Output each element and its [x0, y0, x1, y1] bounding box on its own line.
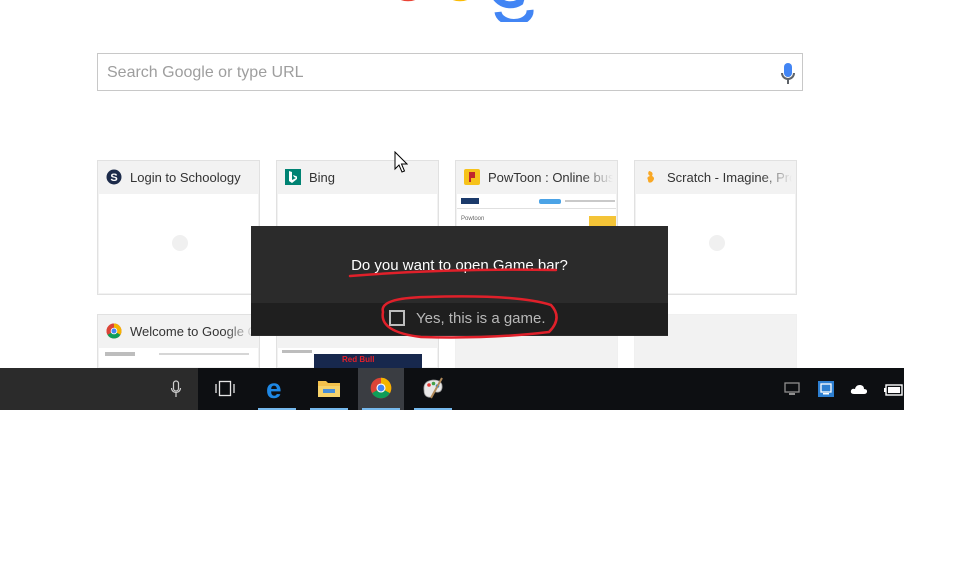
running-indicator	[362, 408, 400, 410]
search-input[interactable]	[107, 62, 767, 84]
game-bar-prompt: Do you want to open Game bar? Yes, this …	[251, 226, 668, 339]
scratch-icon	[647, 171, 654, 183]
running-indicator	[310, 408, 348, 410]
powtoon-icon	[464, 169, 480, 185]
tile-schoology[interactable]: S Login to Schoology	[97, 160, 260, 295]
tile-header: Welcome to Google Chrome	[98, 315, 259, 347]
tile-thumbnail	[99, 194, 258, 293]
file-explorer-button[interactable]	[306, 368, 352, 410]
app-tray-icon[interactable]	[817, 380, 835, 398]
running-indicator	[414, 408, 452, 410]
tile-header: PowToon : Online business	[456, 161, 617, 193]
onedrive-icon[interactable]	[850, 383, 868, 395]
microphone-icon[interactable]	[170, 380, 182, 398]
chrome-icon	[106, 323, 122, 339]
chrome-icon	[370, 377, 392, 399]
tile-title: Welcome to Google Chrome	[130, 324, 255, 339]
bing-icon	[285, 169, 301, 185]
svg-text:e: e	[266, 375, 282, 401]
tile-title: Scratch - Imagine, Program, Share	[667, 170, 792, 185]
tile-thumbnail	[99, 348, 258, 367]
battery-icon[interactable]	[884, 381, 904, 397]
game-bar-question: Do you want to open Game bar?	[351, 257, 568, 274]
tile-title: PowToon : Online business	[488, 170, 613, 185]
is-game-checkbox-label[interactable]: Yes, this is a game.	[416, 310, 546, 327]
tile-header: S Login to Schoology	[98, 161, 259, 193]
task-view-button[interactable]	[201, 368, 247, 410]
network-icon[interactable]	[784, 381, 800, 397]
taskbar: e	[0, 368, 904, 410]
schoology-icon: S	[106, 169, 122, 185]
running-indicator	[258, 408, 296, 410]
microphone-icon[interactable]	[780, 62, 796, 86]
tile-header: Scratch - Imagine, Program, Share	[635, 161, 796, 193]
is-game-checkbox[interactable]	[389, 310, 405, 326]
task-view-icon	[215, 380, 235, 397]
tile-title: Login to Schoology	[130, 170, 241, 185]
tile-title: Bing	[309, 170, 336, 185]
tile-welcome-chrome[interactable]: Welcome to Google Chrome	[97, 314, 260, 368]
tile-header: Bing	[277, 161, 438, 193]
redbull-thumb-text: Red Bull	[342, 355, 375, 364]
omnibox-search[interactable]	[97, 53, 803, 91]
edge-icon: e	[266, 375, 282, 401]
tile-thumbnail: Red Bull	[278, 348, 437, 370]
mouse-cursor-icon	[394, 151, 408, 173]
edge-button[interactable]: e	[254, 368, 300, 410]
game-bar-footer: Yes, this is a game.	[251, 303, 668, 335]
file-explorer-icon	[318, 381, 340, 397]
powtoon-thumb-text: Powtoon	[461, 216, 485, 222]
chrome-button[interactable]	[358, 368, 404, 410]
paint-button[interactable]	[410, 368, 456, 410]
google-logo	[400, 0, 534, 22]
taskbar-apps-area: e	[198, 368, 904, 410]
svg-text:S: S	[110, 172, 117, 184]
paint-icon	[423, 377, 443, 399]
